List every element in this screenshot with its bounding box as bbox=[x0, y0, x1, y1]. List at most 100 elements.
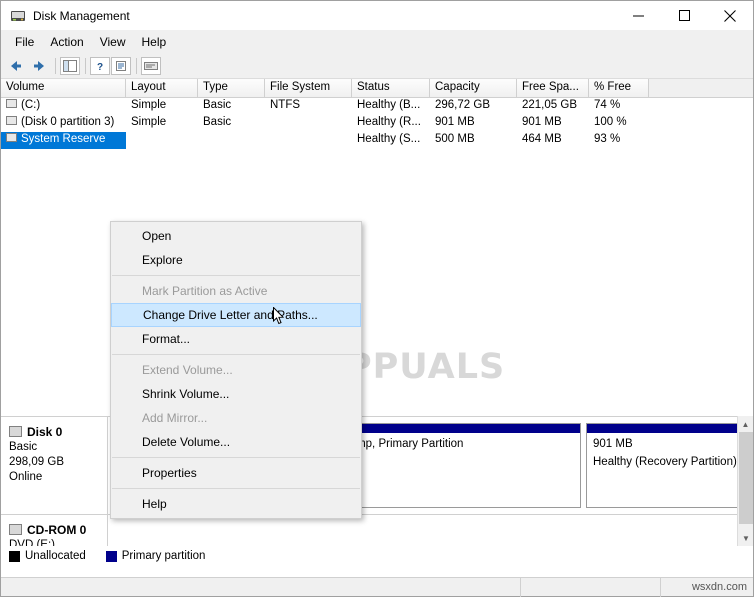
status-segment-1 bbox=[1, 577, 521, 597]
disk-row-1: CD-ROM 0 DVD (E:) No Media bbox=[1, 515, 753, 546]
menu-action[interactable]: Action bbox=[42, 33, 91, 51]
cell-capacity: 500 MB bbox=[435, 133, 475, 145]
cell-volume: (Disk 0 partition 3) bbox=[1, 115, 126, 132]
cell-percent-free: 93 % bbox=[594, 133, 621, 145]
partition-bar bbox=[587, 424, 747, 433]
disk-icon bbox=[9, 426, 22, 438]
cell-percent-free: 74 % bbox=[594, 99, 621, 111]
toolbar-separator-2 bbox=[85, 57, 86, 74]
scroll-down-icon[interactable]: ▼ bbox=[738, 530, 754, 546]
table-row[interactable]: (Disk 0 partition 3) Simple Basic Health… bbox=[1, 115, 753, 132]
context-menu-separator-2 bbox=[112, 354, 360, 355]
rescan-disks-icon[interactable] bbox=[141, 56, 161, 75]
column-capacity[interactable]: Capacity bbox=[430, 79, 517, 97]
context-menu-item-properties[interactable]: Properties bbox=[111, 461, 361, 485]
help-icon[interactable]: ? bbox=[90, 56, 110, 75]
column-volume[interactable]: Volume bbox=[1, 79, 126, 97]
context-menu-item-explore[interactable]: Explore bbox=[111, 248, 361, 272]
cell-type bbox=[198, 132, 265, 149]
toolbar-separator-1 bbox=[55, 57, 56, 74]
legend-swatch-unallocated bbox=[9, 550, 20, 562]
window-title: Disk Management bbox=[33, 8, 130, 23]
status-watermark: wsxdn.com bbox=[691, 581, 747, 593]
volume-icon bbox=[6, 133, 17, 143]
show-hide-console-tree-icon[interactable] bbox=[60, 56, 80, 75]
table-row[interactable]: (C:) Simple Basic NTFS Healthy (B... 296… bbox=[1, 98, 753, 115]
disk-name-label: Disk 0 bbox=[9, 425, 107, 440]
context-menu-item-add-mirror: Add Mirror... bbox=[142, 411, 208, 425]
context-menu: Open Explore Mark Partition as Active Ch… bbox=[110, 221, 362, 519]
column-type[interactable]: Type bbox=[198, 79, 265, 97]
cell-layout: Simple bbox=[131, 99, 167, 111]
disk-state-label: Online bbox=[9, 471, 43, 483]
context-menu-item-help[interactable]: Help bbox=[111, 492, 361, 516]
legend-label-primary: Primary partition bbox=[121, 550, 206, 562]
disk-type-label: DVD (E:) bbox=[9, 539, 55, 546]
cell-volume: (C:) bbox=[1, 98, 126, 115]
context-menu-item-format[interactable]: Format... bbox=[111, 327, 361, 351]
cell-status: Healthy (B... bbox=[357, 99, 421, 111]
disk-info-1[interactable]: CD-ROM 0 DVD (E:) No Media bbox=[1, 515, 108, 546]
context-menu-item-delete-volume[interactable]: Delete Volume... bbox=[111, 430, 361, 454]
context-menu-item-shrink-volume[interactable]: Shrink Volume... bbox=[111, 382, 361, 406]
cell-layout bbox=[126, 132, 198, 149]
context-menu-item-change-drive-letter-and-paths[interactable]: Change Drive Letter and Paths... bbox=[111, 303, 361, 327]
disk-management-window: Disk Management File Action View Help ? … bbox=[0, 0, 754, 597]
cdrom-icon bbox=[9, 524, 22, 536]
cell-file-system bbox=[265, 132, 352, 149]
menu-file[interactable]: File bbox=[7, 33, 42, 51]
menu-bar: File Action View Help bbox=[1, 31, 753, 53]
volume-table-header: Volume Layout Type File System Status Ca… bbox=[1, 79, 753, 98]
column-file-system[interactable]: File System bbox=[265, 79, 352, 97]
toolbar-separator-3 bbox=[136, 57, 137, 74]
disk-size-label: 298,09 GB bbox=[9, 456, 64, 468]
disk-info-0[interactable]: Disk 0 Basic 298,09 GB Online bbox=[1, 417, 108, 514]
cell-volume: System Reserve bbox=[1, 132, 126, 149]
properties-icon[interactable] bbox=[111, 56, 131, 75]
cell-volume-label: System Reserve bbox=[21, 133, 106, 145]
cell-type: Basic bbox=[203, 116, 232, 128]
minimize-button[interactable] bbox=[615, 1, 661, 31]
context-menu-item-extend-volume: Extend Volume... bbox=[142, 363, 233, 377]
back-arrow-icon[interactable] bbox=[5, 55, 27, 77]
cell-capacity: 901 MB bbox=[435, 116, 475, 128]
cell-percent-free: 100 % bbox=[594, 116, 627, 128]
context-menu-separator-1 bbox=[112, 275, 360, 276]
cell-status: Healthy (R... bbox=[357, 116, 421, 128]
toolbar: ? bbox=[1, 53, 753, 79]
volume-icon bbox=[6, 116, 17, 126]
table-row[interactable]: System Reserve Healthy (S... 500 MB 464 … bbox=[1, 132, 753, 149]
cell-type: Basic bbox=[203, 99, 232, 111]
cell-file-system bbox=[265, 115, 352, 132]
disk-type-label: Basic bbox=[9, 441, 38, 453]
menu-help[interactable]: Help bbox=[134, 33, 175, 51]
disk-name-label: CD-ROM 0 bbox=[9, 523, 107, 538]
main-content: Volume Layout Type File System Status Ca… bbox=[1, 79, 753, 597]
watermark-text: PPUALS bbox=[346, 347, 506, 387]
scrollbar-thumb[interactable] bbox=[739, 432, 753, 524]
vertical-scrollbar[interactable]: ▲ ▼ bbox=[737, 416, 753, 546]
partition-recovery[interactable]: 901 MB Healthy (Recovery Partition) bbox=[586, 423, 748, 508]
cell-free-space: 901 MB bbox=[522, 116, 562, 128]
forward-arrow-icon[interactable] bbox=[28, 55, 50, 77]
column-status[interactable]: Status bbox=[352, 79, 430, 97]
context-menu-separator-3 bbox=[112, 457, 360, 458]
svg-text:?: ? bbox=[97, 62, 103, 72]
column-percent-free[interactable]: % Free bbox=[589, 79, 649, 97]
legend-swatch-primary bbox=[105, 550, 117, 562]
cell-status: Healthy (S... bbox=[357, 133, 421, 145]
mouse-cursor-icon bbox=[273, 306, 285, 326]
menu-view[interactable]: View bbox=[92, 33, 134, 51]
maximize-button[interactable] bbox=[661, 1, 707, 31]
cell-free-space: 464 MB bbox=[522, 133, 562, 145]
status-segment-2 bbox=[521, 577, 661, 597]
context-menu-item-open[interactable]: Open bbox=[111, 224, 361, 248]
column-layout[interactable]: Layout bbox=[126, 79, 198, 97]
cell-layout: Simple bbox=[131, 116, 167, 128]
legend-item-unallocated: Unallocated bbox=[9, 550, 86, 562]
partition-status-label: Healthy (Recovery Partition) bbox=[593, 456, 737, 468]
title-bar: Disk Management bbox=[1, 1, 753, 31]
column-free-space[interactable]: Free Spa... bbox=[517, 79, 589, 97]
close-button[interactable] bbox=[707, 1, 753, 31]
scroll-up-icon[interactable]: ▲ bbox=[738, 416, 753, 432]
